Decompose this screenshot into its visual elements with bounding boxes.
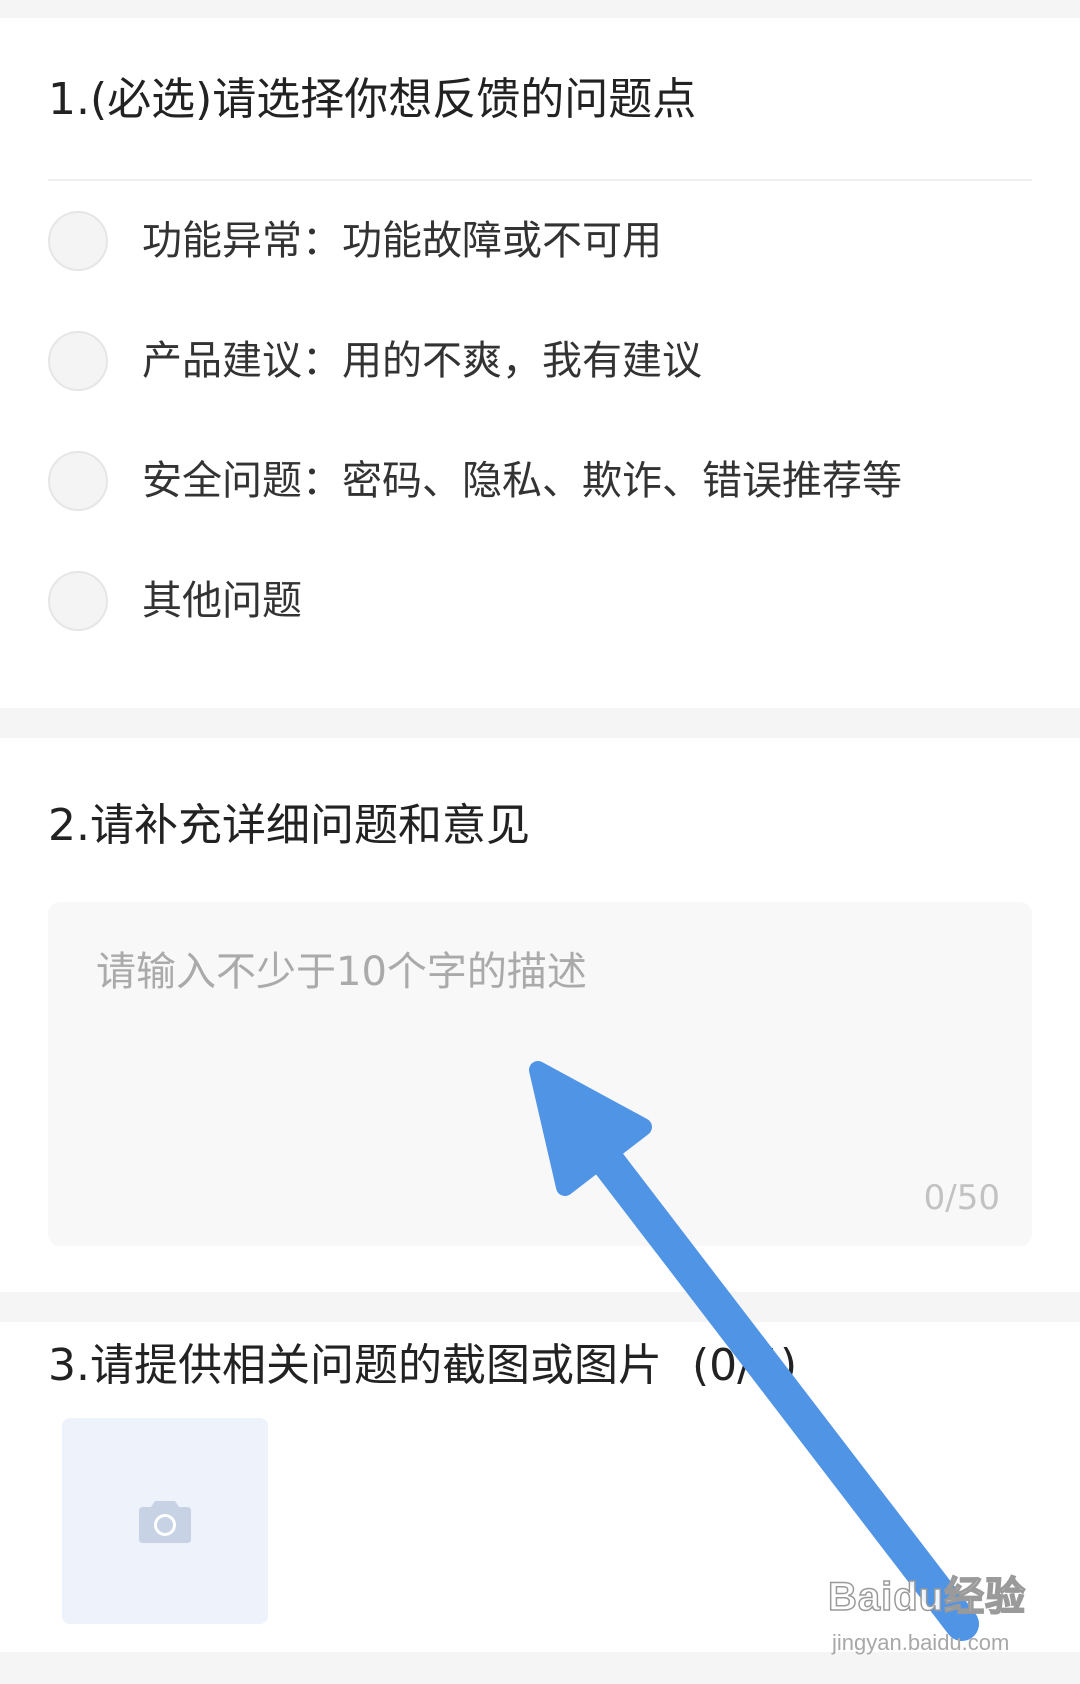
feedback-page: 1.(必选)请选择你想反馈的问题点 功能异常：功能故障或不可用 产品建议：用的不… [0, 0, 1080, 1684]
question-1-title: 1.(必选)请选择你想反馈的问题点 [48, 74, 697, 125]
question-3-title-text: 3.请提供相关问题的截图或图片 [48, 1340, 662, 1391]
question-2-title: 2.请补充详细问题和意见 [48, 800, 530, 851]
question-1-section: 1.(必选)请选择你想反馈的问题点 功能异常：功能故障或不可用 产品建议：用的不… [0, 18, 1080, 708]
question-2-section: 2.请补充详细问题和意见 0/50 [0, 738, 1080, 1292]
char-counter: 0/50 [923, 1178, 1000, 1218]
question-3-section: 3.请提供相关问题的截图或图片 (0/4) [0, 1322, 1080, 1652]
radio-button[interactable] [48, 211, 108, 271]
option-label: 安全问题：密码、隐私、欺诈、错误推荐等 [142, 458, 902, 504]
radio-button[interactable] [48, 571, 108, 631]
radio-button[interactable] [48, 451, 108, 511]
divider [48, 179, 1032, 181]
option-other-issue[interactable]: 其他问题 [48, 569, 302, 633]
question-3-title: 3.请提供相关问题的截图或图片 (0/4) [48, 1338, 797, 1394]
option-security-issue[interactable]: 安全问题：密码、隐私、欺诈、错误推荐等 [48, 449, 902, 513]
option-function-error[interactable]: 功能异常：功能故障或不可用 [48, 209, 662, 273]
description-input[interactable] [48, 902, 1032, 1246]
image-upload-button[interactable] [62, 1418, 268, 1624]
description-box: 0/50 [48, 902, 1032, 1246]
image-count: (0/4) [691, 1340, 798, 1391]
camera-icon [139, 1501, 191, 1543]
radio-button[interactable] [48, 331, 108, 391]
option-label: 产品建议：用的不爽，我有建议 [142, 338, 702, 384]
option-label: 功能异常：功能故障或不可用 [142, 218, 662, 264]
option-product-suggestion[interactable]: 产品建议：用的不爽，我有建议 [48, 329, 702, 393]
option-label: 其他问题 [142, 578, 302, 624]
